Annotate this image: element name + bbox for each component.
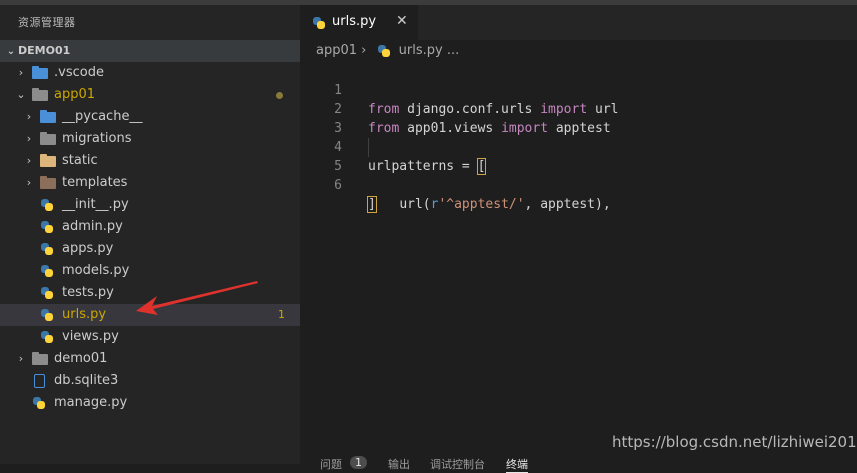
tree-item-label: db.sqlite3: [54, 373, 119, 388]
chevron-right-icon: ›: [26, 154, 32, 167]
tab-output[interactable]: 输出: [388, 456, 410, 472]
database-file-icon: [34, 374, 45, 388]
python-file-icon: [312, 16, 326, 30]
tree-item-label: urls.py: [62, 307, 107, 322]
chevron-right-icon: ›: [26, 110, 32, 123]
tree-item-label: templates: [62, 175, 128, 190]
tree-item-label: views.py: [62, 329, 119, 344]
tree-item-label: models.py: [62, 263, 130, 278]
tree-item[interactable]: › __pycache__: [0, 106, 300, 128]
python-file-icon: [40, 286, 54, 300]
folder-icon: [40, 176, 56, 189]
folder-icon: [32, 66, 48, 79]
breadcrumb-folder[interactable]: app01: [316, 40, 357, 62]
folder-open-icon: [32, 88, 48, 101]
tree-item-label: manage.py: [54, 395, 128, 410]
python-file-icon: [40, 308, 54, 322]
tree-item[interactable]: › .vscode: [0, 62, 300, 84]
code-line: 3: [300, 100, 857, 136]
tree-item-label: admin.py: [62, 219, 123, 234]
tree-item[interactable]: › demo01: [0, 348, 300, 370]
workspace-section-header[interactable]: ⌄ DEMO01: [0, 40, 300, 62]
function-call: url(: [399, 197, 431, 212]
tree-item[interactable]: › migrations: [0, 128, 300, 150]
tree-item-label: tests.py: [62, 285, 114, 300]
editor-area: urls.py ✕ app01 › urls.py ... 1 from dja…: [300, 5, 857, 473]
tree-item-label: demo01: [54, 351, 108, 366]
folder-icon: [40, 110, 56, 123]
watermark: https://blog.csdn.net/lizhiwei2017: [612, 433, 857, 451]
file-tree: › .vscode ⌄ app01 › __pycache__ › migrations › st…: [0, 62, 300, 414]
breadcrumb-more[interactable]: ...: [447, 40, 459, 62]
python-file-icon: [40, 264, 54, 278]
tree-item[interactable]: › templates: [0, 172, 300, 194]
tree-item-label: app01: [54, 87, 96, 102]
tree-item[interactable]: tests.py: [0, 282, 300, 304]
tree-item-label: migrations: [62, 131, 132, 146]
close-bracket: ]: [367, 196, 377, 213]
python-file-icon: [40, 242, 54, 256]
python-file-icon: [40, 198, 54, 212]
tree-item-label: static: [62, 153, 98, 168]
chevron-down-icon: ⌄: [16, 88, 26, 101]
tab-terminal[interactable]: 终端: [506, 456, 528, 473]
chevron-right-icon: ›: [361, 43, 367, 58]
tree-item[interactable]: db.sqlite3: [0, 370, 300, 392]
tab-problems[interactable]: 问题: [320, 456, 342, 472]
line-number: 6: [334, 178, 342, 193]
explorer-title: 资源管理器: [18, 16, 76, 29]
code-line: 1 from django.conf.urls import url: [300, 62, 857, 117]
tree-item-label: __init__.py: [62, 197, 129, 212]
tree-item[interactable]: apps.py: [0, 238, 300, 260]
chevron-right-icon: ›: [26, 132, 32, 145]
breadcrumb-file[interactable]: urls.py: [399, 40, 443, 62]
indent-guide: [368, 138, 369, 157]
code-line: 2 from app01.views import apptest: [300, 81, 857, 136]
code-line: 5 url(r'^apptest/', apptest),: [300, 138, 857, 212]
chevron-right-icon: ›: [18, 66, 24, 79]
modified-dot-icon: [276, 92, 283, 99]
code-editor[interactable]: 1 from django.conf.urls import url 2 fro…: [300, 62, 857, 213]
tree-item-label: apps.py: [62, 241, 114, 256]
tab-urls-py[interactable]: urls.py ✕: [300, 5, 418, 40]
tree-item[interactable]: views.py: [0, 326, 300, 348]
tab-bar: urls.py ✕: [300, 5, 857, 40]
python-file-icon: [377, 44, 391, 58]
problem-count-badge: 1: [278, 308, 285, 321]
tree-item[interactable]: __init__.py: [0, 194, 300, 216]
tree-item[interactable]: manage.py: [0, 392, 300, 414]
chevron-right-icon: ›: [18, 352, 24, 365]
tree-item[interactable]: ⌄ app01: [0, 84, 300, 106]
python-file-icon: [40, 330, 54, 344]
explorer-sidebar: 资源管理器 ⌄ DEMO01 › .vscode ⌄ app01 › __pycache__…: [0, 5, 300, 464]
chevron-right-icon: ›: [26, 176, 32, 189]
tree-item[interactable]: urls.py 1: [0, 304, 300, 326]
python-file-icon: [40, 220, 54, 234]
code-line: 4 urlpatterns = [: [300, 119, 857, 175]
tree-item[interactable]: models.py: [0, 260, 300, 282]
chevron-down-icon: ⌄: [6, 46, 16, 57]
tree-item[interactable]: admin.py: [0, 216, 300, 238]
tree-item[interactable]: › static: [0, 150, 300, 172]
tree-item-label: __pycache__: [62, 109, 143, 124]
code-line: 6 ]: [300, 157, 857, 213]
close-icon[interactable]: ✕: [396, 13, 408, 29]
folder-icon: [40, 132, 56, 145]
call-args: , apptest),: [524, 197, 611, 212]
tab-debug-console[interactable]: 调试控制台: [430, 456, 485, 472]
problems-count-badge: 1: [350, 456, 367, 469]
folder-icon: [32, 352, 48, 365]
tab-label: urls.py: [332, 14, 377, 29]
string-literal: '^apptest/': [438, 197, 525, 212]
workspace-name: DEMO01: [18, 44, 71, 57]
python-file-icon: [32, 396, 46, 410]
panel-tabs: 问题 1 输出 调试控制台 终端: [300, 454, 857, 473]
breadcrumb: app01 › urls.py ...: [300, 40, 857, 62]
tree-item-label: .vscode: [54, 65, 104, 80]
folder-icon: [40, 154, 56, 167]
